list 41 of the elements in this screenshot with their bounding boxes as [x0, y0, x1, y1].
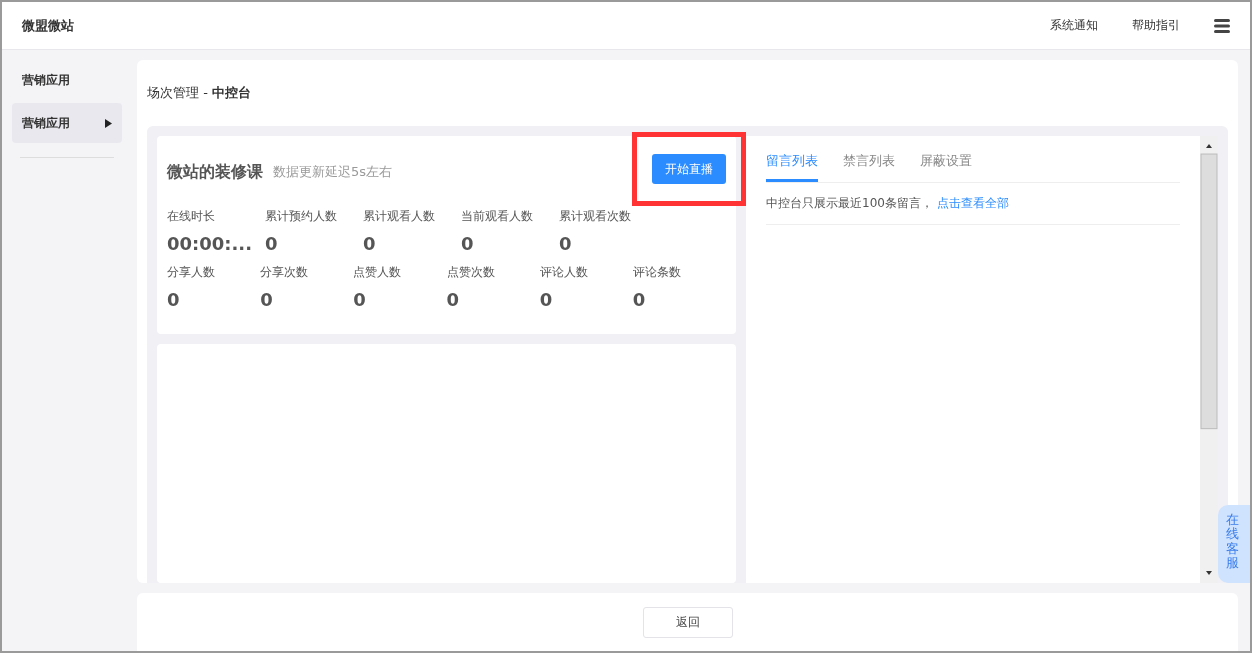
stat-value: 0 — [632, 289, 647, 310]
comment-tab[interactable]: 留言列表 — [766, 148, 818, 182]
sidebar-title: 营销应用 — [21, 72, 71, 89]
view-all-link[interactable]: 点击查看全部 — [936, 196, 1009, 210]
back-button[interactable]: 返回 — [642, 606, 733, 638]
stat-label: 在线时长 — [167, 208, 216, 225]
comment-tab[interactable]: 屏蔽设置 — [920, 148, 972, 182]
stat-label: 评论人数 — [539, 264, 589, 281]
breadcrumb: 场次管理 - 中控台 — [147, 84, 251, 102]
brand-name: 微盟微站 — [22, 16, 75, 35]
stat-label: 点赞人数 — [353, 264, 403, 281]
stat-label: 累计观看次数 — [559, 208, 632, 225]
course-title: 微站的装修课 — [167, 161, 263, 183]
stat-value: 0 — [265, 233, 279, 254]
menu-icon[interactable] — [1214, 17, 1230, 34]
stat-value: 0 — [167, 289, 181, 310]
stat-value: 0 — [559, 233, 573, 254]
header-link[interactable]: 帮助指引 — [1132, 17, 1180, 34]
update-note: 数据更新延迟5s左右 — [273, 163, 394, 181]
stat-value: 0 — [260, 289, 274, 310]
stat-value: 0 — [353, 289, 367, 310]
stat-label: 当前观看人数 — [461, 208, 534, 225]
stat-value: 00:00:... — [167, 233, 253, 254]
comment-notice: 中控台只展示最近100条留言， 点击查看全部 — [766, 196, 1009, 210]
stat-label: 分享人数 — [167, 264, 216, 281]
stat-label: 累计预约人数 — [265, 208, 338, 225]
start-live-button[interactable]: 开始直播 — [652, 154, 726, 184]
stat-label: 分享次数 — [260, 264, 310, 281]
scrollbar[interactable] — [1200, 136, 1218, 583]
stat-value: 0 — [446, 289, 461, 310]
caret-icon — [105, 118, 112, 128]
stat-label: 累计观看人数 — [363, 208, 436, 225]
stat-value: 0 — [461, 233, 475, 254]
online-service-tab[interactable]: 在线客服 — [1218, 505, 1250, 583]
header-link[interactable]: 系统通知 — [1050, 17, 1098, 34]
stat-value: 0 — [363, 233, 377, 254]
stat-label: 评论条数 — [632, 264, 682, 281]
stat-value: 0 — [539, 289, 554, 310]
sidebar-item[interactable]: 营销应用 — [12, 103, 122, 143]
comment-tab[interactable]: 禁言列表 — [843, 148, 895, 182]
stat-label: 点赞次数 — [446, 264, 496, 281]
